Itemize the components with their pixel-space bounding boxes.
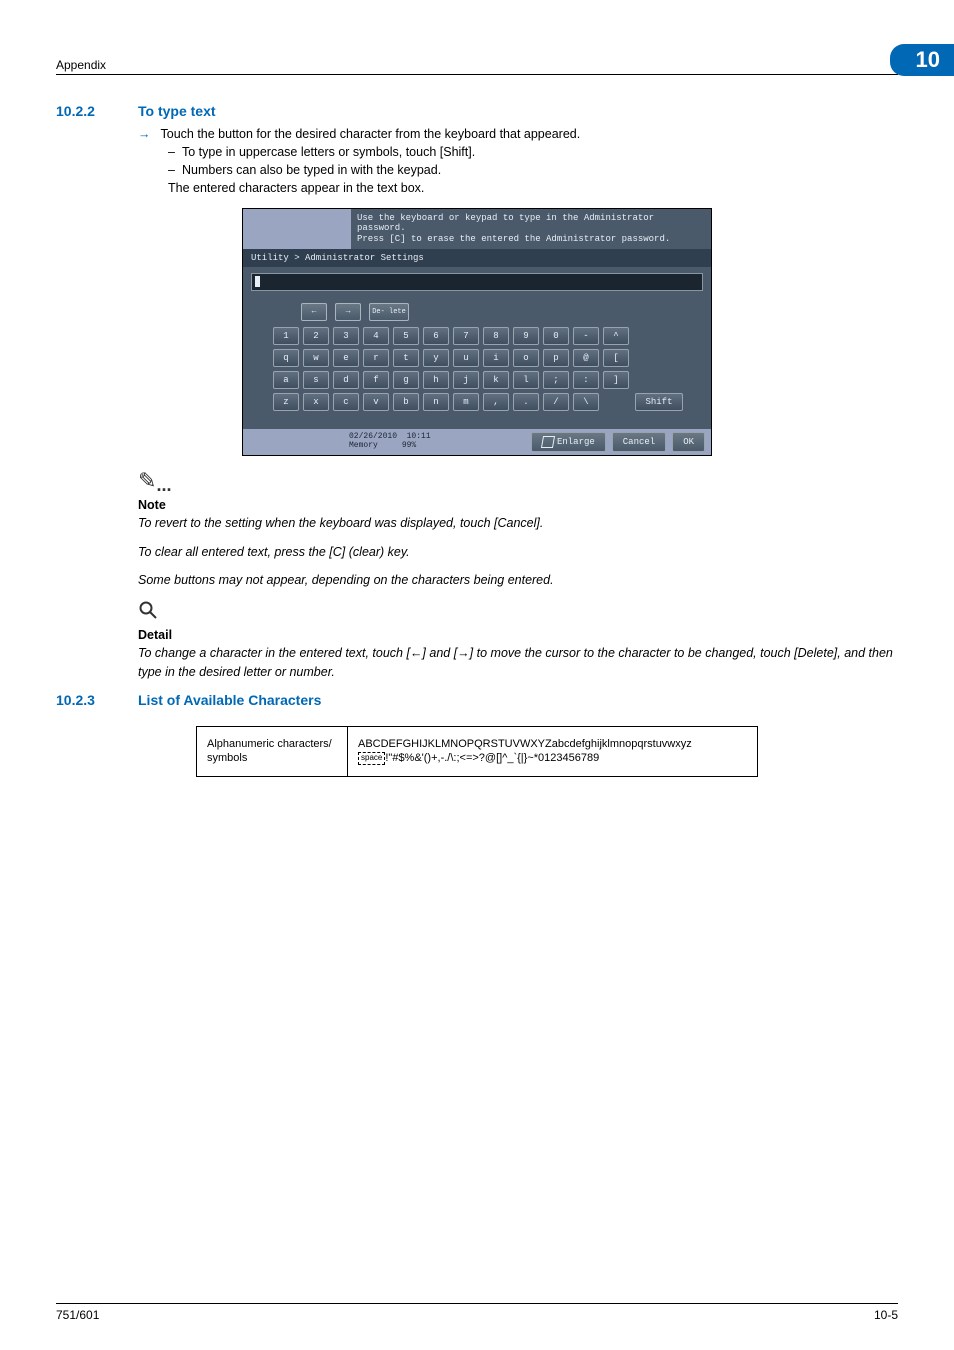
char-table-label: Alphanumeric characters/ symbols [197, 727, 348, 777]
section-title-2: List of Available Characters [138, 692, 321, 708]
key-b[interactable]: b [393, 393, 419, 411]
appendix-label: Appendix [56, 58, 106, 72]
key-c[interactable]: c [333, 393, 359, 411]
key-1[interactable]: 1 [273, 327, 299, 345]
key-6[interactable]: 6 [423, 327, 449, 345]
detail-heading: Detail [138, 628, 898, 642]
key-t[interactable]: t [393, 349, 419, 367]
ok-button[interactable]: OK [672, 432, 705, 452]
key-z[interactable]: z [273, 393, 299, 411]
key-^[interactable]: ^ [603, 327, 629, 345]
key-h[interactable]: h [423, 371, 449, 389]
key-y[interactable]: y [423, 349, 449, 367]
key-l[interactable]: l [513, 371, 539, 389]
key-r[interactable]: r [363, 349, 389, 367]
key-e[interactable]: e [333, 349, 359, 367]
note-heading: Note [138, 498, 898, 512]
section-number-2: 10.2.3 [56, 692, 114, 708]
shift-key[interactable]: Shift [635, 393, 683, 411]
key-9[interactable]: 9 [513, 327, 539, 345]
key-a[interactable]: a [273, 371, 299, 389]
key-0[interactable]: 0 [543, 327, 569, 345]
footer-right: 10-5 [874, 1308, 898, 1322]
step-text: Touch the button for the desired charact… [161, 125, 581, 143]
delete-button[interactable]: De- lete [369, 303, 409, 321]
key-j[interactable]: j [453, 371, 479, 389]
step-after: The entered characters appear in the tex… [168, 179, 898, 197]
key-w[interactable]: w [303, 349, 329, 367]
cursor-left-button[interactable]: ← [301, 303, 327, 321]
key--[interactable]: - [573, 327, 599, 345]
footer-left: 751/601 [56, 1308, 99, 1322]
cancel-button[interactable]: Cancel [612, 432, 666, 452]
key-i[interactable]: i [483, 349, 509, 367]
panel-msg-2: Press [C] to erase the entered the Admin… [357, 234, 705, 245]
chapter-number: 10 [890, 44, 954, 76]
key-x[interactable]: x [303, 393, 329, 411]
char-table-content: ABCDEFGHIJKLMNOPQRSTUVWXYZabcdefghijklmn… [348, 727, 757, 777]
key-@[interactable]: @ [573, 349, 599, 367]
key-d[interactable]: d [333, 371, 359, 389]
key-][interactable]: ] [603, 371, 629, 389]
bullet-dash: – [168, 161, 182, 179]
key-/[interactable]: / [543, 393, 569, 411]
key-\[interactable]: \ [573, 393, 599, 411]
section-number: 10.2.2 [56, 103, 114, 119]
key-,[interactable]: , [483, 393, 509, 411]
password-input[interactable] [251, 273, 703, 291]
key-7[interactable]: 7 [453, 327, 479, 345]
key-o[interactable]: o [513, 349, 539, 367]
key-2[interactable]: 2 [303, 327, 329, 345]
detail-p1: To change a character in the entered tex… [138, 644, 898, 682]
key-;[interactable]: ; [543, 371, 569, 389]
key-s[interactable]: s [303, 371, 329, 389]
step-arrow-icon: → [138, 125, 151, 143]
enlarge-button[interactable]: Enlarge [531, 432, 606, 452]
key-5[interactable]: 5 [393, 327, 419, 345]
key-v[interactable]: v [363, 393, 389, 411]
key-:[interactable]: : [573, 371, 599, 389]
substep-1: To type in uppercase letters or symbols,… [182, 145, 475, 159]
panel-status: 02/26/2010 10:11 Memory 99% [349, 433, 525, 451]
key-.[interactable]: . [513, 393, 539, 411]
key-u[interactable]: u [453, 349, 479, 367]
panel-msg-1: Use the keyboard or keypad to type in th… [357, 213, 705, 235]
key-[[interactable]: [ [603, 349, 629, 367]
note-p2: To clear all entered text, press the [C]… [138, 543, 898, 562]
key-q[interactable]: q [273, 349, 299, 367]
bullet-dash: – [168, 143, 182, 161]
key-8[interactable]: 8 [483, 327, 509, 345]
section-title: To type text [138, 103, 216, 119]
key-4[interactable]: 4 [363, 327, 389, 345]
note-icon: ✎... [138, 468, 898, 496]
key-k[interactable]: k [483, 371, 509, 389]
character-table: Alphanumeric characters/ symbols ABCDEFG… [196, 726, 758, 778]
key-m[interactable]: m [453, 393, 479, 411]
detail-icon [138, 600, 898, 626]
cursor-right-button[interactable]: → [335, 303, 361, 321]
key-n[interactable]: n [423, 393, 449, 411]
key-g[interactable]: g [393, 371, 419, 389]
note-p3: Some buttons may not appear, depending o… [138, 571, 898, 590]
key-f[interactable]: f [363, 371, 389, 389]
space-char-icon: space [358, 752, 385, 765]
keyboard-panel: Use the keyboard or keypad to type in th… [242, 208, 712, 456]
substep-2: Numbers can also be typed in with the ke… [182, 163, 441, 177]
note-p1: To revert to the setting when the keyboa… [138, 514, 898, 533]
key-p[interactable]: p [543, 349, 569, 367]
panel-breadcrumb: Utility > Administrator Settings [243, 249, 711, 267]
key-3[interactable]: 3 [333, 327, 359, 345]
